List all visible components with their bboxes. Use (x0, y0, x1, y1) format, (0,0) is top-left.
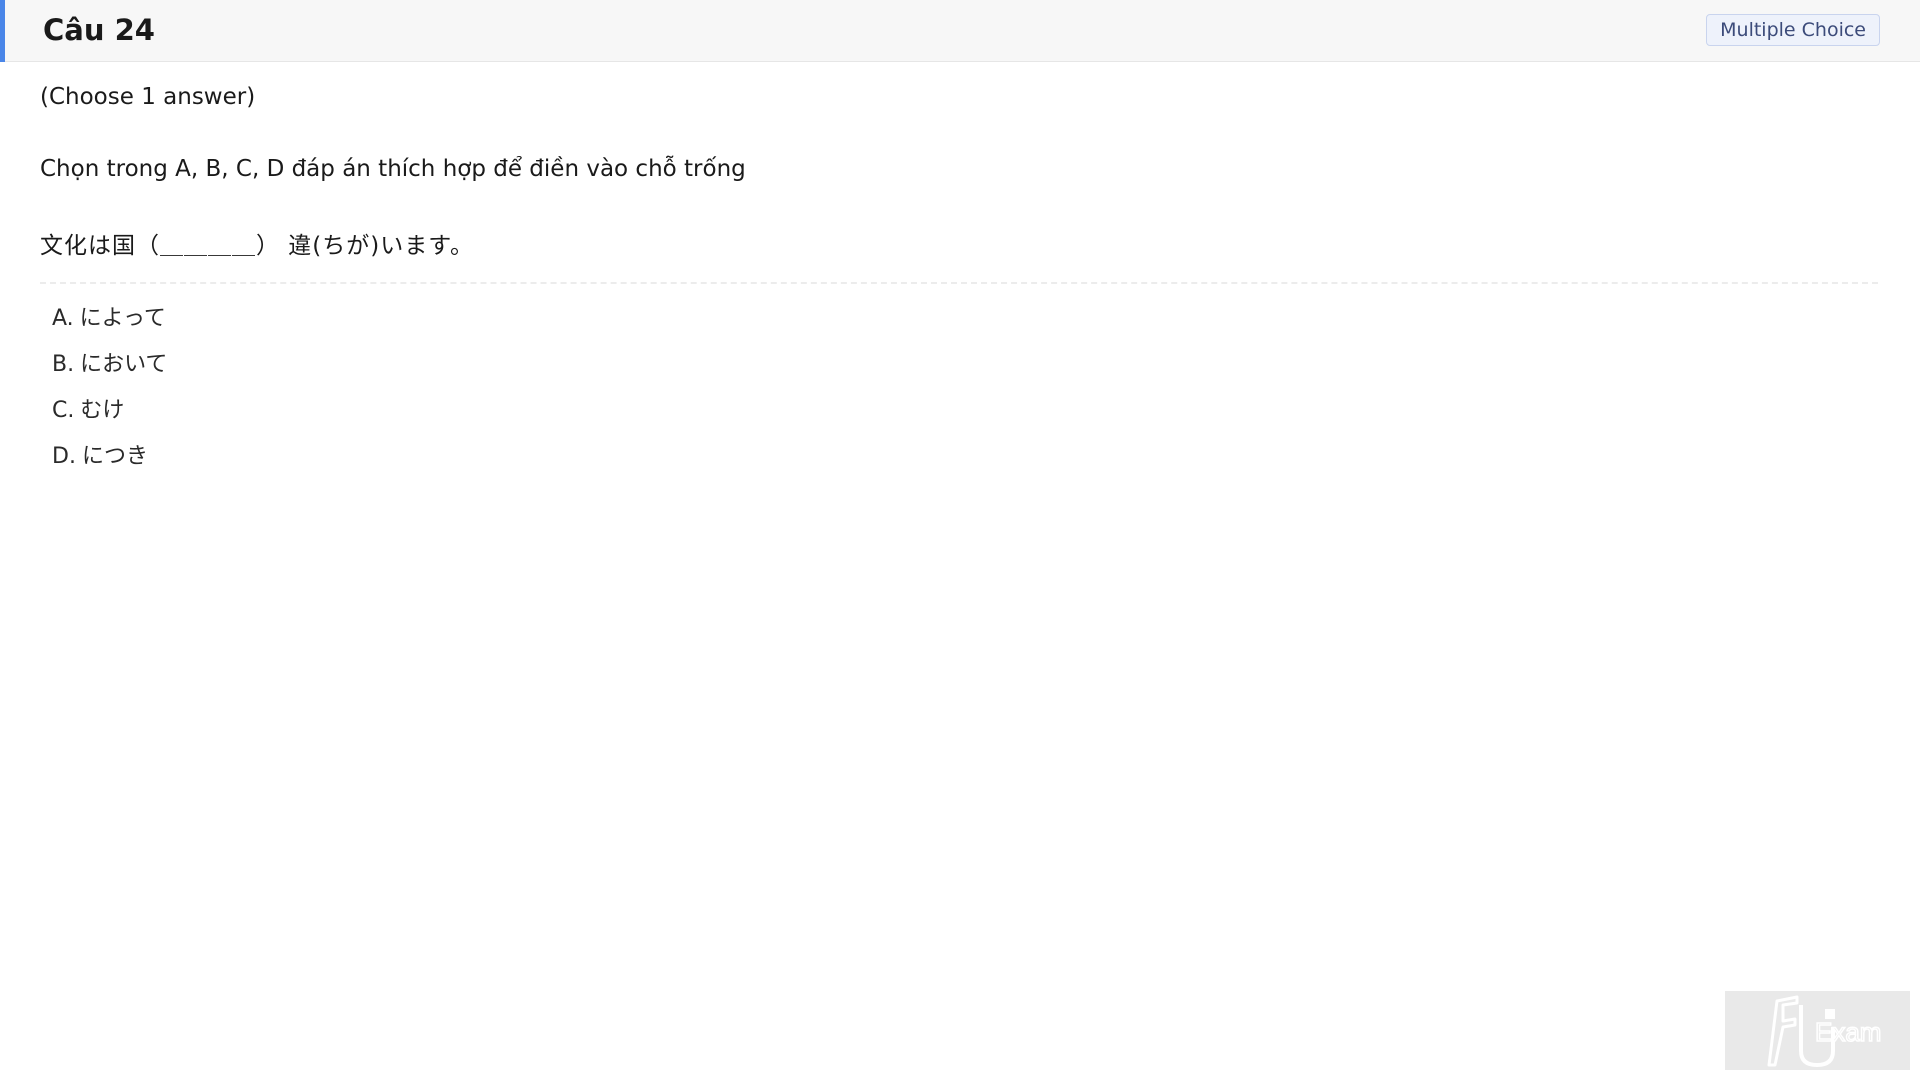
question-prompt: Chọn trong A, B, C, D đáp án thích hợp đ… (40, 156, 746, 182)
question-type-badge: Multiple Choice (1706, 14, 1880, 46)
answer-options: A. によって B. において C. むけ D. につき (52, 296, 167, 480)
option-letter: B. (52, 352, 75, 377)
logo-mark-icon: Exam (1767, 995, 1882, 1068)
fu-exam-logo: Exam (1725, 991, 1910, 1070)
option-text: において (80, 352, 168, 377)
option-text: むけ (80, 398, 125, 423)
header-accent-bar (0, 0, 5, 62)
option-d[interactable]: D. につき (52, 434, 167, 480)
answer-instruction: (Choose 1 answer) (40, 84, 256, 110)
option-c[interactable]: C. むけ (52, 388, 167, 434)
option-b[interactable]: B. において (52, 342, 167, 388)
divider (40, 282, 1878, 284)
option-text: につき (81, 444, 148, 469)
question-sentence: 文化は国（＿＿＿＿） 違(ちが)います。 (40, 233, 474, 259)
option-letter: D. (52, 444, 76, 469)
question-number-title: Câu 24 (43, 13, 155, 47)
option-letter: A. (52, 306, 74, 331)
question-header: Câu 24 Multiple Choice (0, 0, 1920, 62)
option-text: によって (79, 306, 166, 331)
option-a[interactable]: A. によって (52, 296, 167, 342)
option-letter: C. (52, 398, 75, 423)
svg-text:Exam: Exam (1815, 1017, 1881, 1047)
